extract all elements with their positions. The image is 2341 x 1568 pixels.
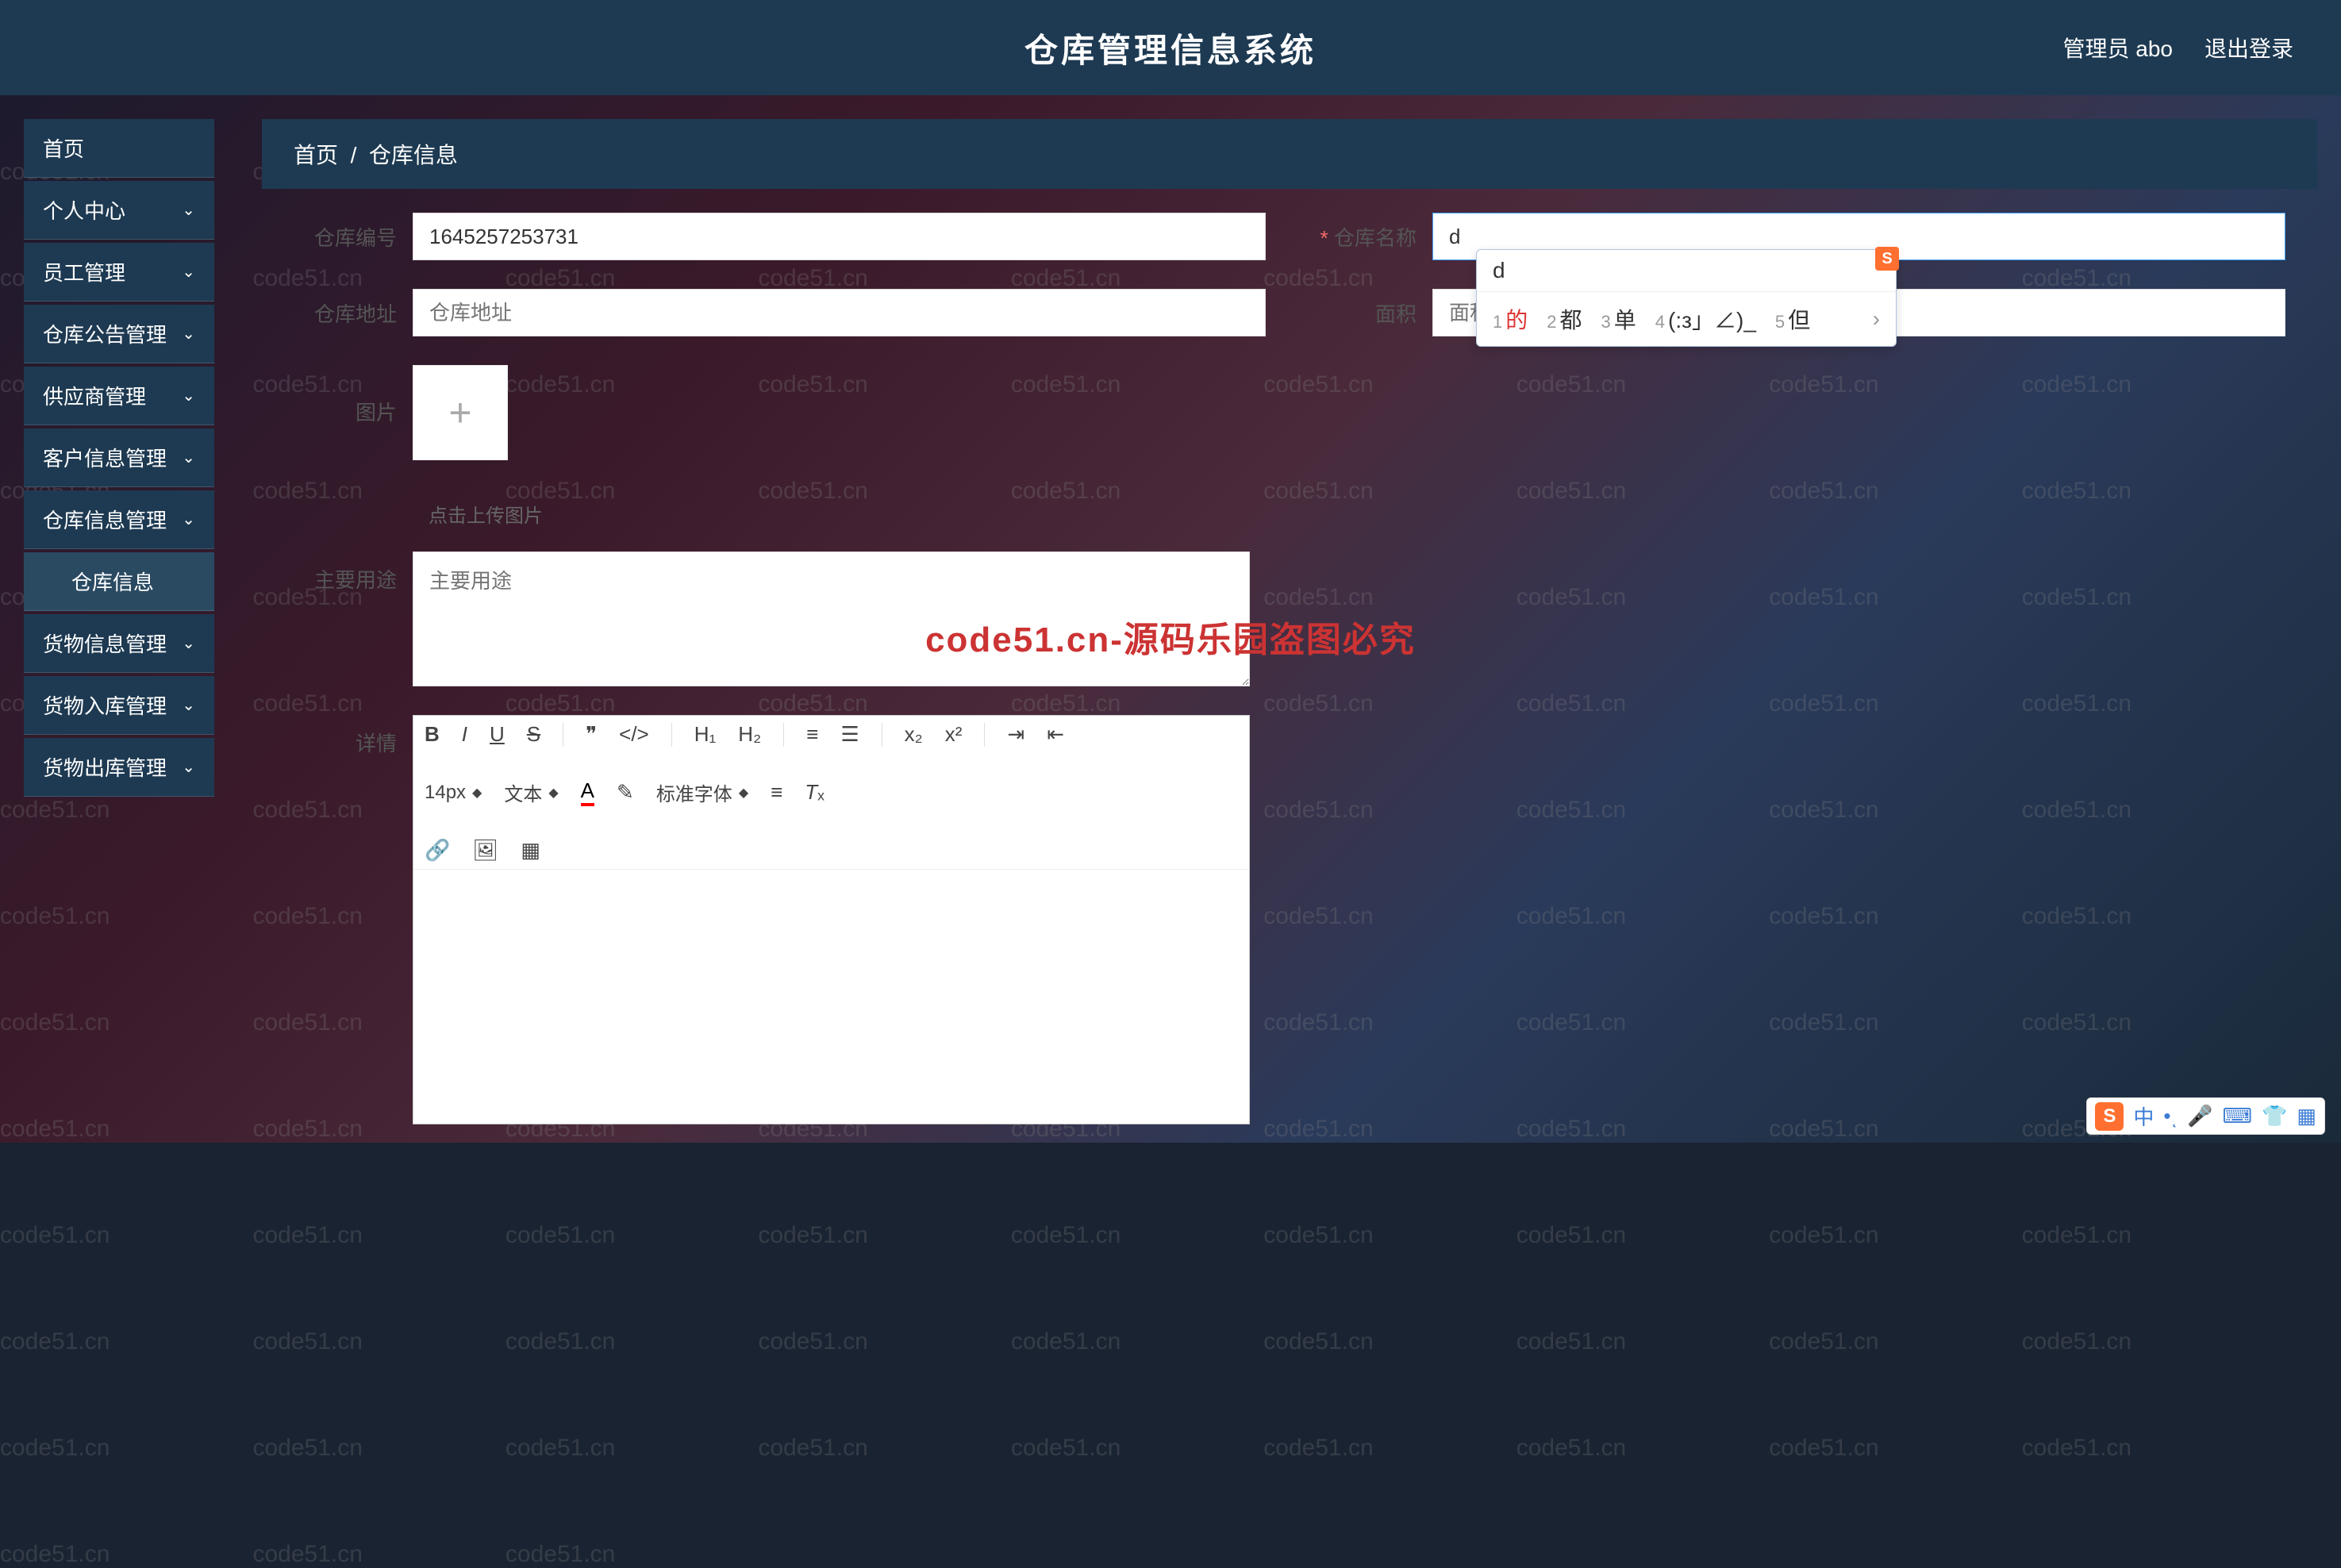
ime-candidate[interactable]: 2都 (1547, 303, 1582, 335)
ime-toolbar: S 中 •ͺ 🎤 ⌨ 👕 ▦ (2086, 1097, 2325, 1135)
list-unordered-icon[interactable]: ☰ (840, 722, 859, 747)
logout-link[interactable]: 退出登录 (2205, 32, 2293, 63)
sidebar-item-goods-out[interactable]: 货物出库管理⌄ (24, 738, 214, 797)
font-family-select[interactable]: 标准字体◆ (656, 778, 748, 806)
chevron-down-icon: ⌄ (182, 509, 195, 529)
sidebar-item-home[interactable]: 首页 (24, 119, 214, 178)
list-ordered-icon[interactable]: ≡ (806, 722, 818, 747)
clear-format-icon[interactable]: Tₓ (805, 780, 824, 805)
font-color-icon[interactable]: A (581, 778, 594, 806)
ime-candidate[interactable]: 4(:з」∠)_ (1655, 303, 1756, 335)
editor-toolbar: B I U S ❞ </> H₁ H₂ ≡ ☰ x₂ (413, 716, 1249, 870)
breadcrumb-current: 仓库信息 (369, 143, 458, 167)
font-size-select[interactable]: 14px◆ (425, 782, 482, 804)
h2-icon[interactable]: H₂ (738, 722, 761, 747)
chevron-down-icon: ⌄ (182, 200, 195, 220)
breadcrumb: 首页 / 仓库信息 (262, 119, 2317, 189)
sogou-logo-icon[interactable]: S (2095, 1102, 2124, 1131)
ime-cn-icon[interactable]: 中 (2133, 1101, 2154, 1131)
superscript-icon[interactable]: x² (945, 722, 963, 747)
warehouse-id-input[interactable] (413, 213, 1266, 260)
subscript-icon[interactable]: x₂ (905, 722, 923, 747)
ime-logo-icon: S (1875, 247, 1899, 271)
ime-emoji-icon[interactable]: 👕 (2262, 1104, 2287, 1128)
chevron-down-icon: ⌄ (182, 633, 195, 653)
chevron-down-icon: ⌄ (182, 448, 195, 467)
ime-candidates: 1的 2都 3单 4(:з」∠)_ 5但 › (1477, 292, 1896, 346)
image-label: 图片 (294, 365, 413, 426)
app-title: 仓库管理信息系统 (1024, 24, 1317, 72)
main-use-textarea[interactable] (413, 551, 1250, 686)
main-use-label: 主要用途 (294, 551, 413, 594)
sidebar-item-supplier[interactable]: 供应商管理⌄ (24, 367, 214, 425)
underline-icon[interactable]: U (490, 722, 505, 747)
warehouse-addr-label: 仓库地址 (294, 298, 413, 328)
sidebar-item-warehouse-info[interactable]: 仓库信息 (24, 552, 214, 611)
quote-icon[interactable]: ❞ (586, 722, 597, 747)
chevron-down-icon: ⌄ (182, 386, 195, 405)
strikethrough-icon[interactable]: S (527, 722, 540, 747)
upload-hint: 点击上传图片 (429, 500, 2285, 528)
ime-candidate[interactable]: 5但 (1775, 303, 1810, 335)
sidebar-item-goods-in[interactable]: 货物入库管理⌄ (24, 676, 214, 735)
align-icon[interactable]: ≡ (771, 780, 782, 805)
outdent-icon[interactable]: ⇤ (1047, 722, 1064, 747)
text-type-select[interactable]: 文本◆ (504, 778, 558, 806)
area-label: 面积 (1313, 298, 1432, 328)
editor-body[interactable] (413, 870, 1249, 1124)
ime-settings-icon[interactable]: ▦ (2297, 1104, 2316, 1128)
link-icon[interactable]: 🔗 (425, 838, 450, 863)
chevron-down-icon: ⌄ (182, 757, 195, 777)
main-content: 首页 / 仓库信息 仓库编号 仓库名称 仓库地址 面积 (262, 119, 2317, 1135)
rich-text-editor: B I U S ❞ </> H₁ H₂ ≡ ☰ x₂ (413, 715, 1250, 1124)
ime-input-text: d (1477, 250, 1896, 292)
ime-candidate[interactable]: 3单 (1601, 303, 1636, 335)
image-upload-box[interactable]: + (413, 365, 508, 460)
bg-color-icon[interactable]: ✎ (617, 780, 634, 805)
warehouse-id-label: 仓库编号 (294, 222, 413, 252)
bold-icon[interactable]: B (425, 722, 440, 747)
ime-candidate[interactable]: 1的 (1493, 303, 1528, 335)
h1-icon[interactable]: H₁ (694, 722, 717, 747)
chevron-down-icon: ⌄ (182, 324, 195, 344)
detail-label: 详情 (294, 715, 413, 757)
plus-icon: + (448, 390, 471, 436)
ime-popup: S d 1的 2都 3单 4(:з」∠)_ 5但 › (1476, 249, 1897, 347)
ime-more-icon[interactable]: › (1873, 306, 1880, 332)
admin-label[interactable]: 管理员 abo (2062, 32, 2173, 63)
chevron-down-icon: ⌄ (182, 695, 195, 715)
sidebar-item-notice[interactable]: 仓库公告管理⌄ (24, 305, 214, 363)
ime-punct-icon[interactable]: •ͺ (2163, 1104, 2178, 1128)
ime-keyboard-icon[interactable]: ⌨ (2223, 1104, 2253, 1128)
code-icon[interactable]: </> (619, 722, 649, 747)
sidebar: 首页 个人中心⌄ 员工管理⌄ 仓库公告管理⌄ 供应商管理⌄ 客户信息管理⌄ 仓库… (24, 119, 214, 800)
sidebar-item-warehouse-info-mgmt[interactable]: 仓库信息管理⌄ (24, 490, 214, 549)
video-icon[interactable]: ▦ (521, 838, 540, 863)
image-icon[interactable]: 🖼 (472, 838, 498, 863)
top-header: 仓库管理信息系统 管理员 abo 退出登录 (0, 0, 2341, 95)
sidebar-item-profile[interactable]: 个人中心⌄ (24, 181, 214, 240)
warehouse-name-label: 仓库名称 (1313, 222, 1432, 252)
warehouse-addr-input[interactable] (413, 289, 1266, 336)
sidebar-item-goods-info[interactable]: 货物信息管理⌄ (24, 614, 214, 673)
italic-icon[interactable]: I (462, 722, 467, 747)
indent-icon[interactable]: ⇥ (1007, 722, 1024, 747)
breadcrumb-home[interactable]: 首页 (294, 143, 338, 167)
ime-mic-icon[interactable]: 🎤 (2187, 1104, 2212, 1128)
sidebar-item-customer[interactable]: 客户信息管理⌄ (24, 429, 214, 487)
sidebar-item-staff[interactable]: 员工管理⌄ (24, 243, 214, 302)
chevron-down-icon: ⌄ (182, 262, 195, 282)
